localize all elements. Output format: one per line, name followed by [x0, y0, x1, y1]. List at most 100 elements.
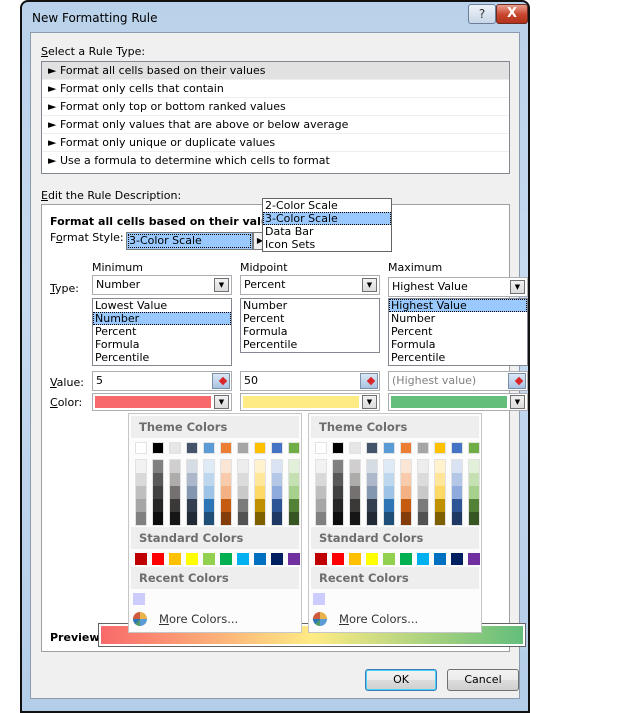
theme-shade-swatch[interactable]	[255, 473, 265, 486]
type-option[interactable]: Formula	[389, 338, 527, 351]
standard-color-swatch[interactable]	[220, 553, 232, 565]
type-option[interactable]: Number	[389, 312, 527, 325]
ok-button[interactable]: OK	[365, 669, 437, 691]
theme-shade-swatch[interactable]	[384, 499, 394, 512]
theme-color-swatch[interactable]	[135, 442, 147, 454]
theme-shade-swatch[interactable]	[289, 473, 299, 486]
theme-color-swatch[interactable]	[271, 442, 283, 454]
rule-type-list[interactable]: ► Format all cells based on their values…	[41, 61, 510, 174]
theme-shade-swatch[interactable]	[238, 473, 248, 486]
theme-shade-swatch[interactable]	[469, 460, 479, 473]
standard-color-swatch[interactable]	[135, 553, 147, 565]
theme-shade-swatch[interactable]	[350, 473, 360, 486]
theme-shade-swatch[interactable]	[221, 512, 231, 525]
midpoint-value-input[interactable]: 50	[240, 371, 380, 391]
theme-shade-swatch[interactable]	[187, 473, 197, 486]
theme-color-swatch[interactable]	[383, 442, 395, 454]
theme-color-swatch[interactable]	[220, 442, 232, 454]
theme-color-swatch[interactable]	[152, 442, 164, 454]
rule-type-item[interactable]: ► Format only cells that contain	[42, 80, 509, 98]
minimum-type-select[interactable]: Number ▼	[92, 275, 232, 295]
standard-color-swatch[interactable]	[186, 553, 198, 565]
theme-shade-swatch[interactable]	[221, 499, 231, 512]
theme-shade-swatch[interactable]	[435, 473, 445, 486]
theme-shade-swatch[interactable]	[170, 486, 180, 499]
type-option[interactable]: Percent	[389, 325, 527, 338]
theme-shade-swatch[interactable]	[418, 460, 428, 473]
rule-type-item[interactable]: ► Format only unique or duplicate values	[42, 134, 509, 152]
maximum-type-select[interactable]: Highest Value ▼	[388, 277, 528, 297]
type-option[interactable]: Percentile	[93, 351, 231, 364]
theme-shade-swatch[interactable]	[136, 512, 146, 525]
help-button[interactable]: ?	[468, 4, 496, 24]
theme-shade-swatch[interactable]	[153, 499, 163, 512]
standard-color-swatch[interactable]	[203, 553, 215, 565]
theme-shade-swatch[interactable]	[238, 460, 248, 473]
standard-color-swatch[interactable]	[332, 553, 344, 565]
theme-shade-swatch[interactable]	[272, 460, 282, 473]
close-button[interactable]: X	[496, 4, 528, 24]
chevron-down-icon[interactable]: ▼	[214, 278, 229, 292]
theme-shade-swatch[interactable]	[153, 473, 163, 486]
theme-shade-swatch[interactable]	[418, 486, 428, 499]
type-option[interactable]: Formula	[93, 338, 231, 351]
theme-shade-swatch[interactable]	[204, 486, 214, 499]
theme-shade-swatch[interactable]	[187, 499, 197, 512]
theme-shade-swatch[interactable]	[136, 473, 146, 486]
minimum-color-select[interactable]: ▼	[92, 393, 232, 411]
theme-shade-swatch[interactable]	[384, 473, 394, 486]
chevron-down-icon[interactable]: ▼	[510, 280, 525, 294]
theme-color-swatch[interactable]	[237, 442, 249, 454]
theme-color-swatch[interactable]	[332, 442, 344, 454]
standard-color-swatch[interactable]	[383, 553, 395, 565]
theme-shade-swatch[interactable]	[289, 460, 299, 473]
standard-color-swatch[interactable]	[366, 553, 378, 565]
theme-shade-swatch[interactable]	[204, 460, 214, 473]
theme-color-swatch[interactable]	[254, 442, 266, 454]
cell-reference-icon[interactable]	[508, 373, 526, 389]
type-option[interactable]: Formula	[241, 325, 379, 338]
more-colors-link[interactable]: More Colors...	[159, 612, 238, 626]
type-option[interactable]: Lowest Value	[93, 299, 231, 312]
theme-shade-swatch[interactable]	[136, 486, 146, 499]
theme-shade-swatch[interactable]	[153, 512, 163, 525]
theme-shade-swatch[interactable]	[221, 473, 231, 486]
theme-shade-swatch[interactable]	[452, 460, 462, 473]
theme-shade-swatch[interactable]	[367, 486, 377, 499]
theme-shade-swatch[interactable]	[221, 486, 231, 499]
type-option[interactable]: Highest Value	[389, 299, 527, 312]
theme-shade-swatch[interactable]	[316, 499, 326, 512]
rule-type-item[interactable]: ► Format all cells based on their values	[42, 62, 509, 80]
chevron-down-icon[interactable]: ▼	[362, 395, 377, 409]
theme-color-swatch[interactable]	[366, 442, 378, 454]
theme-shade-swatch[interactable]	[418, 473, 428, 486]
theme-color-swatch[interactable]	[417, 442, 429, 454]
theme-shade-swatch[interactable]	[255, 499, 265, 512]
theme-shade-swatch[interactable]	[255, 512, 265, 525]
theme-color-swatch[interactable]	[468, 442, 480, 454]
theme-color-swatch[interactable]	[186, 442, 198, 454]
theme-shade-swatch[interactable]	[401, 473, 411, 486]
standard-color-swatch[interactable]	[152, 553, 164, 565]
theme-shade-swatch[interactable]	[170, 512, 180, 525]
theme-shade-swatch[interactable]	[204, 512, 214, 525]
format-style-option[interactable]: Data Bar	[263, 225, 391, 238]
theme-shade-swatch[interactable]	[435, 460, 445, 473]
theme-shade-swatch[interactable]	[401, 486, 411, 499]
cancel-button[interactable]: Cancel	[447, 669, 519, 691]
theme-shade-swatch[interactable]	[333, 486, 343, 499]
chevron-down-icon[interactable]: ▼	[214, 395, 229, 409]
theme-shade-swatch[interactable]	[221, 460, 231, 473]
theme-shade-swatch[interactable]	[316, 460, 326, 473]
theme-shade-swatch[interactable]	[384, 460, 394, 473]
chevron-down-icon[interactable]: ▼	[362, 278, 377, 292]
theme-shade-swatch[interactable]	[238, 499, 248, 512]
format-style-option[interactable]: 2-Color Scale	[263, 199, 391, 212]
theme-shade-swatch[interactable]	[316, 486, 326, 499]
rule-type-item[interactable]: ► Use a formula to determine which cells…	[42, 152, 509, 170]
theme-shade-swatch[interactable]	[187, 460, 197, 473]
theme-color-swatch[interactable]	[434, 442, 446, 454]
theme-shade-swatch[interactable]	[384, 486, 394, 499]
theme-shade-swatch[interactable]	[238, 512, 248, 525]
standard-color-swatch[interactable]	[288, 553, 300, 565]
